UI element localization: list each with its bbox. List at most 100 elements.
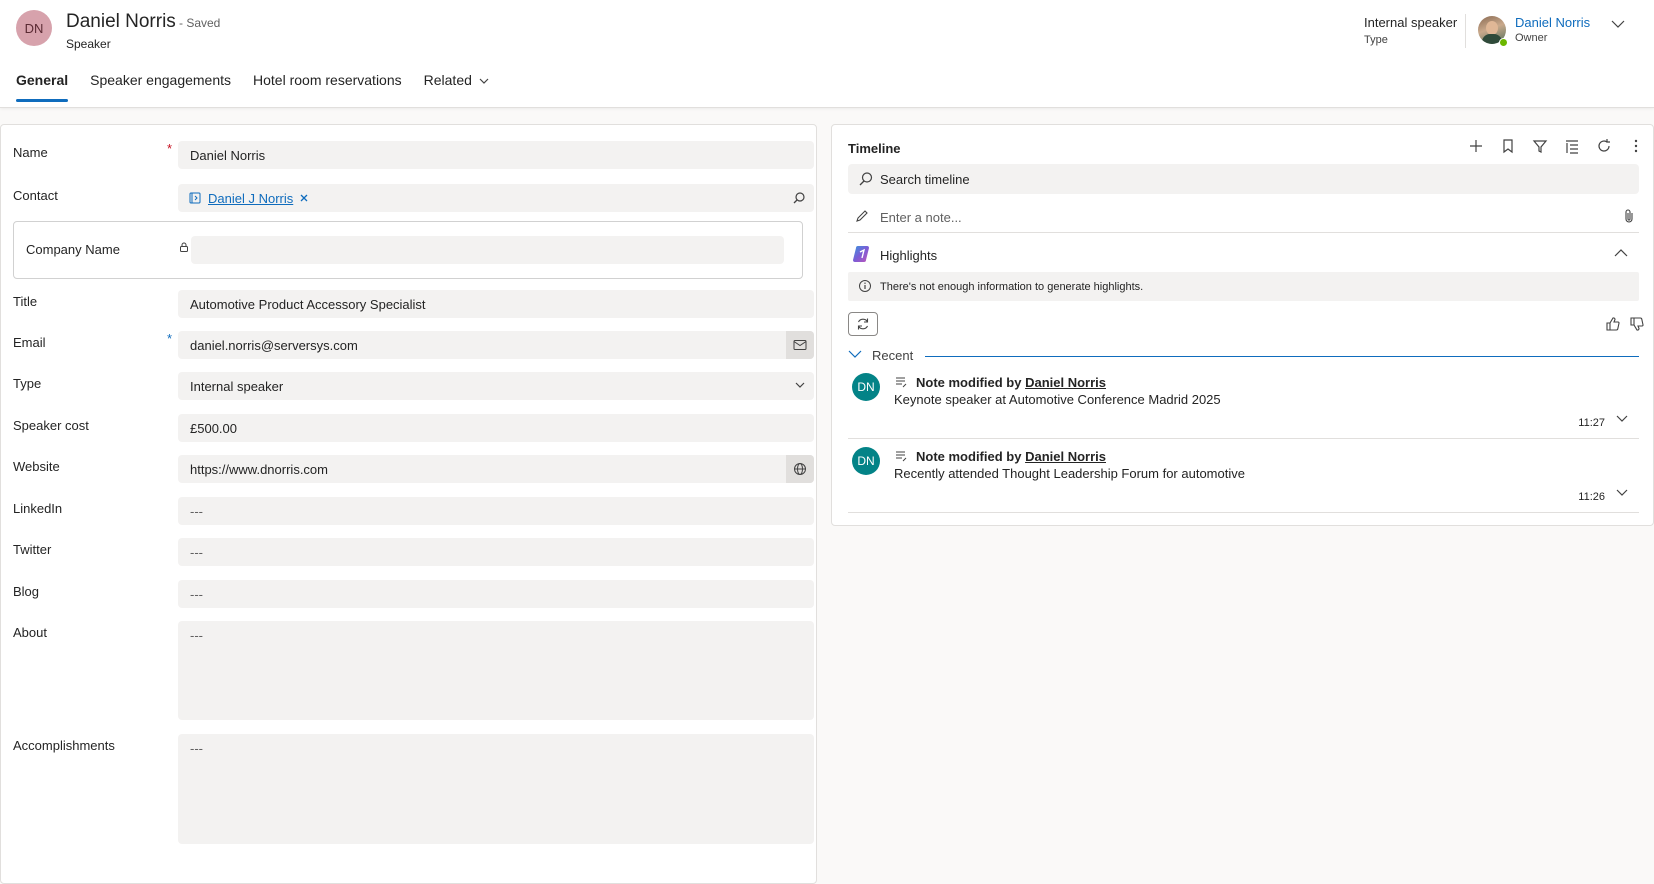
blog-field[interactable]: --- xyxy=(178,580,814,608)
author-link[interactable]: Daniel Norris xyxy=(1025,449,1106,464)
chevron-down-icon[interactable] xyxy=(1610,16,1626,32)
thumbs-up-icon[interactable] xyxy=(1605,316,1621,332)
title-label: Title xyxy=(13,294,38,309)
highlights-info-text: There's not enough information to genera… xyxy=(880,281,1144,293)
tab-label: Related xyxy=(423,72,472,88)
timeline-panel: Timeline Search timeline Enter a note...… xyxy=(831,124,1654,526)
website-value: https://www.dnorris.com xyxy=(190,462,328,477)
globe-icon xyxy=(794,463,806,475)
chevron-down-icon[interactable] xyxy=(1615,486,1629,500)
record-header: DN Daniel Norris - Saved Speaker Interna… xyxy=(0,0,1654,108)
note-placeholder: Enter a note... xyxy=(880,210,962,225)
timeline-item-text: Keynote speaker at Automotive Conference… xyxy=(894,392,1221,407)
open-website-button[interactable] xyxy=(786,455,814,483)
recent-group-header[interactable]: Recent xyxy=(848,344,1639,366)
note-input[interactable]: Enter a note... xyxy=(848,201,1639,233)
company-name-field xyxy=(191,236,784,264)
header-type-field: Internal speaker Type xyxy=(1364,15,1457,46)
search-icon[interactable] xyxy=(792,191,806,205)
tab-related[interactable]: Related xyxy=(424,72,490,102)
author-avatar: DN xyxy=(852,373,880,401)
about-textarea[interactable]: --- xyxy=(178,621,814,720)
linkedin-field[interactable]: --- xyxy=(178,497,814,525)
contact-card-icon xyxy=(189,192,201,204)
note-icon xyxy=(896,377,907,388)
more-icon[interactable] xyxy=(1627,137,1645,155)
recent-divider xyxy=(925,356,1639,357)
chevron-down-icon[interactable] xyxy=(1615,412,1629,426)
website-field[interactable]: https://www.dnorris.com xyxy=(178,455,814,483)
entity-type: Speaker xyxy=(66,37,111,51)
refresh-icon[interactable] xyxy=(1595,137,1613,155)
search-icon xyxy=(859,172,873,186)
tab-label: Speaker engagements xyxy=(90,72,232,88)
title-field[interactable]: Automotive Product Accessory Specialist xyxy=(178,290,814,318)
company-section: Company Name xyxy=(13,221,803,279)
bookmark-icon[interactable] xyxy=(1499,137,1517,155)
mail-icon xyxy=(793,340,807,350)
recommended-indicator: * xyxy=(167,331,173,346)
tab-bar: General Speaker engagements Hotel room r… xyxy=(16,72,512,102)
chevron-down-icon xyxy=(479,78,489,85)
timeline-title: Timeline xyxy=(848,141,901,156)
speaker-cost-label: Speaker cost xyxy=(13,418,89,433)
feedback-buttons xyxy=(1605,316,1645,332)
contact-label: Contact xyxy=(13,188,58,203)
close-icon[interactable] xyxy=(299,193,309,203)
timeline-action: Note modified by xyxy=(916,449,1022,464)
recent-label: Recent xyxy=(872,348,914,363)
timeline-item[interactable]: DN Note modified by Daniel Norris Recent… xyxy=(848,443,1639,513)
lock-icon xyxy=(180,242,188,252)
about-label: About xyxy=(13,625,47,640)
speaker-cost-field[interactable]: £500.00 xyxy=(178,414,814,442)
owner-label: Owner xyxy=(1515,32,1548,44)
tab-general[interactable]: General xyxy=(16,72,69,102)
timeline-search-input[interactable]: Search timeline xyxy=(848,164,1639,194)
company-name-label: Company Name xyxy=(26,242,120,257)
timeline-toolbar xyxy=(1467,137,1645,155)
email-value: daniel.norris@serversys.com xyxy=(190,338,358,353)
timeline-action: Note modified by xyxy=(916,375,1022,390)
filter-icon[interactable] xyxy=(1531,137,1549,155)
accomplishments-textarea[interactable]: --- xyxy=(178,734,814,844)
sort-icon[interactable] xyxy=(1563,137,1581,155)
timeline-item-title: Note modified by Daniel Norris xyxy=(916,449,1106,464)
author-link[interactable]: Daniel Norris xyxy=(1025,375,1106,390)
chevron-down-icon xyxy=(795,382,805,388)
send-email-button[interactable] xyxy=(786,331,814,359)
header-type-value: Internal speaker xyxy=(1364,15,1458,30)
refresh-icon xyxy=(857,318,869,330)
note-icon xyxy=(896,451,907,462)
tab-speaker-engagements[interactable]: Speaker engagements xyxy=(90,72,231,102)
copilot-icon xyxy=(853,246,869,262)
pencil-icon xyxy=(856,210,868,222)
contact-link[interactable]: Daniel J Norris xyxy=(208,191,293,206)
twitter-field[interactable]: --- xyxy=(178,538,814,566)
record-avatar: DN xyxy=(16,10,52,46)
tab-hotel-room-reservations[interactable]: Hotel room reservations xyxy=(253,72,402,102)
header-divider xyxy=(1465,14,1466,48)
email-field[interactable]: daniel.norris@serversys.com xyxy=(178,331,814,359)
name-label: Name xyxy=(13,145,48,160)
contact-lookup[interactable]: Daniel J Norris xyxy=(178,184,814,212)
highlights-header[interactable]: Highlights xyxy=(848,241,1639,269)
timeline-search-placeholder: Search timeline xyxy=(880,172,970,187)
timeline-item[interactable]: DN Note modified by Daniel Norris Keynot… xyxy=(848,369,1639,439)
required-indicator: * xyxy=(167,141,173,156)
presence-badge xyxy=(1499,38,1508,47)
attach-icon[interactable] xyxy=(1623,208,1635,224)
header-type-label: Type xyxy=(1364,34,1388,46)
timeline-item-time: 11:26 xyxy=(1578,491,1605,503)
type-select[interactable]: Internal speaker xyxy=(178,372,814,400)
timeline-item-title: Note modified by Daniel Norris xyxy=(916,375,1106,390)
owner-link[interactable]: Daniel Norris xyxy=(1515,15,1590,30)
chevron-up-icon[interactable] xyxy=(1613,245,1629,261)
record-title: Daniel Norris xyxy=(66,11,176,32)
highlights-label: Highlights xyxy=(880,248,938,263)
regenerate-highlights-button[interactable] xyxy=(848,312,878,336)
tab-label: Hotel room reservations xyxy=(253,72,402,88)
name-field[interactable]: Daniel Norris xyxy=(178,141,814,169)
add-icon[interactable] xyxy=(1467,137,1485,155)
thumbs-down-icon[interactable] xyxy=(1629,316,1645,332)
email-label: Email xyxy=(13,335,46,350)
